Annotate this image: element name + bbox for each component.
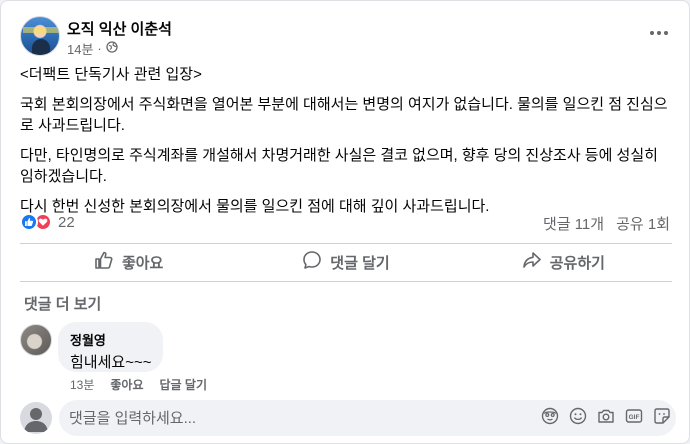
share-arrow-icon bbox=[522, 250, 542, 274]
composer-icons: GIF bbox=[540, 406, 672, 426]
post-header: 오직 익산 이춘석 14분 · bbox=[20, 16, 672, 60]
stats-right: 댓글 11개 공유 1회 bbox=[543, 213, 670, 234]
reactions-summary[interactable]: 22 bbox=[20, 213, 75, 231]
comment-reply-button[interactable]: 답글 달기 bbox=[160, 376, 208, 393]
svg-text:GIF: GIF bbox=[629, 414, 640, 421]
like-button[interactable]: 좋아요 bbox=[20, 244, 237, 280]
share-button[interactable]: 공유하기 bbox=[455, 244, 672, 280]
share-count[interactable]: 공유 1회 bbox=[616, 213, 670, 234]
post-actions: 좋아요 댓글 달기 공유하기 bbox=[20, 244, 672, 280]
comment-input[interactable] bbox=[69, 400, 529, 436]
comment-bubble-icon bbox=[302, 250, 322, 274]
sticker-icon[interactable] bbox=[652, 406, 672, 426]
like-button-label: 좋아요 bbox=[121, 254, 164, 272]
comment-author[interactable]: 정월영 bbox=[70, 330, 151, 349]
comment-like-button[interactable]: 좋아요 bbox=[110, 376, 143, 393]
post-body: <더팩트 단독기사 관련 입장> 국회 본회의장에서 주식화면을 열어본 부분에… bbox=[20, 64, 675, 226]
emoji-icon[interactable] bbox=[568, 406, 588, 426]
comment-button-label: 댓글 달기 bbox=[330, 254, 390, 272]
comment-actions: 13분 좋아요 답글 달기 bbox=[70, 376, 207, 393]
comment-composer: GIF bbox=[59, 400, 676, 436]
post-stats: 22 댓글 11개 공유 1회 bbox=[20, 211, 676, 235]
view-more-comments-link[interactable]: 댓글 더 보기 bbox=[24, 293, 101, 314]
post-paragraph: 다만, 타인명의로 주식계좌를 개설해서 차명거래한 사실은 결코 없으며, 향… bbox=[20, 147, 658, 185]
author-avatar[interactable] bbox=[20, 16, 60, 56]
post-meta: 14분 · bbox=[67, 39, 118, 58]
avatar-sticker-icon[interactable] bbox=[540, 406, 560, 426]
post-card: 오직 익산 이춘석 14분 · <더팩트 단독기사 관련 입장> 국회 본회의장… bbox=[0, 0, 690, 444]
gif-icon[interactable]: GIF bbox=[624, 406, 644, 426]
comment-text: 힘내세요~~~ bbox=[70, 354, 152, 371]
globe-icon[interactable] bbox=[106, 41, 118, 56]
share-button-label: 공유하기 bbox=[549, 254, 605, 272]
camera-icon[interactable] bbox=[596, 406, 616, 426]
author-name[interactable]: 오직 익산 이춘석 bbox=[67, 18, 172, 39]
reaction-count: 22 bbox=[58, 213, 75, 231]
post-timestamp[interactable]: 14분 bbox=[67, 39, 93, 58]
post-paragraph: 국회 본회의장에서 주식화면을 열어본 부분에 대해서는 변명의 여지가 없습니… bbox=[20, 96, 668, 134]
comment-button[interactable]: 댓글 달기 bbox=[237, 244, 454, 280]
comment-bubble: 정월영 힘내세요~~~ bbox=[58, 322, 164, 372]
commenter-avatar[interactable] bbox=[20, 324, 52, 356]
divider bbox=[20, 281, 672, 282]
thumbs-up-icon bbox=[94, 250, 114, 274]
post-paragraph: <더팩트 단독기사 관련 입장> bbox=[20, 66, 202, 83]
dot-separator: · bbox=[97, 41, 102, 56]
like-reaction-icon bbox=[20, 213, 38, 231]
comment-timestamp[interactable]: 13분 bbox=[70, 376, 94, 393]
user-avatar[interactable] bbox=[20, 402, 52, 434]
comment-count[interactable]: 댓글 11개 bbox=[543, 213, 604, 234]
more-options-icon[interactable] bbox=[646, 20, 672, 46]
